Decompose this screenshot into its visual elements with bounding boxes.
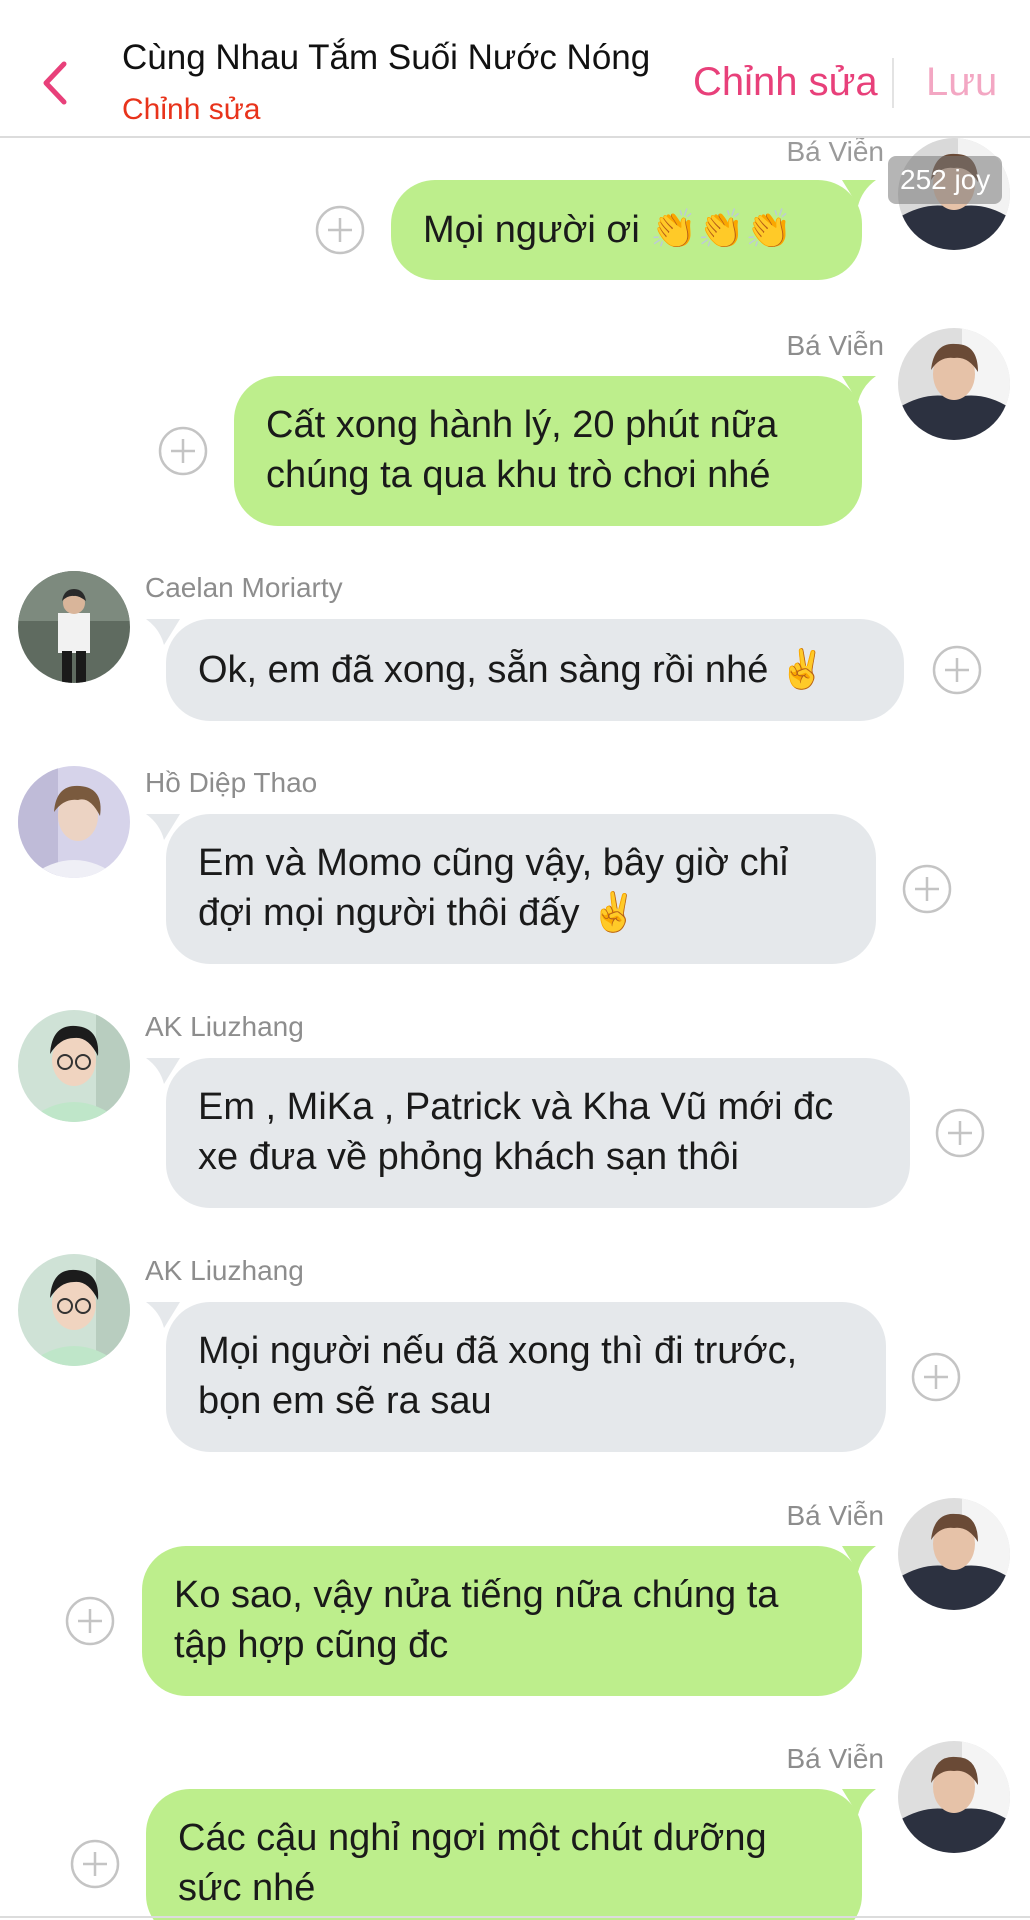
add-reaction-button[interactable] <box>65 1596 115 1646</box>
plus-circle-icon <box>70 1839 120 1889</box>
message-text: sức nhé <box>178 1867 316 1909</box>
message-row: Hồ Diệp Thao Em và Momo cũng vậy, bây gi… <box>0 760 1030 970</box>
joy-count-badge: 252 joy <box>888 156 1003 204</box>
sender-name: Bá Viễn <box>786 1500 884 1531</box>
message-text: Ok, em đã xong, sẵn sàng rồi nhé ✌️ <box>198 649 827 691</box>
chat-screen: Cùng Nhau Tắm Suối Nước Nóng Chỉnh sửa C… <box>0 0 1030 1920</box>
message-text: tập hợp cũng đc <box>174 1624 449 1666</box>
edit-button[interactable]: Chỉnh sửa <box>693 60 878 105</box>
message-text: Mọi người ơi 👏👏👏 <box>423 209 793 251</box>
message-bubble[interactable]: Mọi người ơi 👏👏👏 <box>391 180 876 280</box>
add-reaction-button[interactable] <box>70 1839 120 1889</box>
plus-circle-icon <box>158 426 208 476</box>
add-reaction-button[interactable] <box>911 1352 961 1402</box>
message-text: Em , MiKa , Patrick và Kha Vũ mới đc <box>198 1086 834 1128</box>
message-text: Các cậu nghỉ ngơi một chút dưỡng <box>178 1817 767 1859</box>
add-reaction-button[interactable] <box>932 645 982 695</box>
avatar[interactable] <box>18 1254 130 1366</box>
message-text: Cất xong hành lý, 20 phút nữa <box>266 404 778 446</box>
avatar[interactable] <box>18 571 130 683</box>
message-row: Caelan Moriarty Ok, em đã xong, sẵn sàng… <box>0 565 1030 725</box>
sender-name: Hồ Diệp Thao <box>145 767 318 798</box>
message-text: Ko sao, vậy nửa tiếng nữa chúng ta <box>174 1574 779 1616</box>
bottom-divider <box>0 1916 1030 1918</box>
message-row: Bá Viễn Cất xong hành lý, 20 phút nữa ch… <box>0 320 1030 530</box>
plus-circle-icon <box>911 1352 961 1402</box>
page-title: Cùng Nhau Tắm Suối Nước Nóng <box>122 38 651 77</box>
header-bar: Cùng Nhau Tắm Suối Nước Nóng Chỉnh sửa C… <box>0 0 1030 138</box>
message-bubble[interactable]: Ko sao, vậy nửa tiếng nữa chúng ta tập h… <box>142 1546 876 1696</box>
message-bubble[interactable]: Cất xong hành lý, 20 phút nữa chúng ta q… <box>234 376 876 526</box>
back-button[interactable] <box>36 58 76 108</box>
sender-name: Bá Viễn <box>786 330 884 361</box>
message-row: Bá Viễn Mọi người ơi 👏👏👏 <box>0 128 1030 288</box>
subtitle-edit-link[interactable]: Chỉnh sửa <box>122 93 261 127</box>
avatar[interactable] <box>18 766 130 878</box>
message-row: AK Liuzhang Em , MiKa , Patrick và Kha V… <box>0 1004 1030 1214</box>
save-button[interactable]: Lưu <box>926 60 997 105</box>
message-bubble[interactable]: Ok, em đã xong, sẵn sàng rồi nhé ✌️ <box>146 619 904 721</box>
message-text: xe đưa về phỏng khách sạn thôi <box>198 1136 739 1178</box>
message-text: đợi mọi người thôi đấy ✌️ <box>198 892 638 934</box>
message-bubble[interactable]: Em , MiKa , Patrick và Kha Vũ mới đc xe … <box>146 1058 910 1208</box>
avatar[interactable] <box>898 1741 1010 1853</box>
sender-name: AK Liuzhang <box>145 1011 304 1042</box>
message-text: bọn em sẽ ra sau <box>198 1380 492 1422</box>
avatar[interactable] <box>898 328 1010 440</box>
message-text: chúng ta qua khu trò chơi nhé <box>266 454 771 496</box>
plus-circle-icon <box>65 1596 115 1646</box>
add-reaction-button[interactable] <box>158 426 208 476</box>
avatar[interactable] <box>898 1498 1010 1610</box>
plus-circle-icon <box>935 1108 985 1158</box>
sender-name: Bá Viễn <box>786 1743 884 1774</box>
message-bubble[interactable]: Các cậu nghỉ ngơi một chút dưỡng sức nhé <box>146 1789 876 1920</box>
add-reaction-button[interactable] <box>315 205 365 255</box>
sender-name: Caelan Moriarty <box>145 572 343 603</box>
plus-circle-icon <box>315 205 365 255</box>
sender-name: Bá Viễn <box>786 136 884 167</box>
message-bubble[interactable]: Em và Momo cũng vậy, bây giờ chỉ đợi mọi… <box>146 814 876 964</box>
add-reaction-button[interactable] <box>935 1108 985 1158</box>
message-text: Mọi người nếu đã xong thì đi trước, <box>198 1330 798 1372</box>
header-divider <box>892 58 894 108</box>
message-text: Em và Momo cũng vậy, bây giờ chỉ <box>198 842 789 884</box>
add-reaction-button[interactable] <box>902 864 952 914</box>
sender-name: AK Liuzhang <box>145 1255 304 1286</box>
plus-circle-icon <box>932 645 982 695</box>
message-bubble[interactable]: Mọi người nếu đã xong thì đi trước, bọn … <box>146 1302 886 1452</box>
message-row: AK Liuzhang Mọi người nếu đã xong thì đi… <box>0 1248 1030 1458</box>
avatar[interactable] <box>18 1010 130 1122</box>
message-row: Bá Viễn Các cậu nghỉ ngơi một chút dưỡng… <box>0 1733 1030 1920</box>
chevron-left-icon <box>43 61 67 105</box>
message-row: Bá Viễn Ko sao, vậy nửa tiếng nữa chúng … <box>0 1490 1030 1700</box>
plus-circle-icon <box>902 864 952 914</box>
